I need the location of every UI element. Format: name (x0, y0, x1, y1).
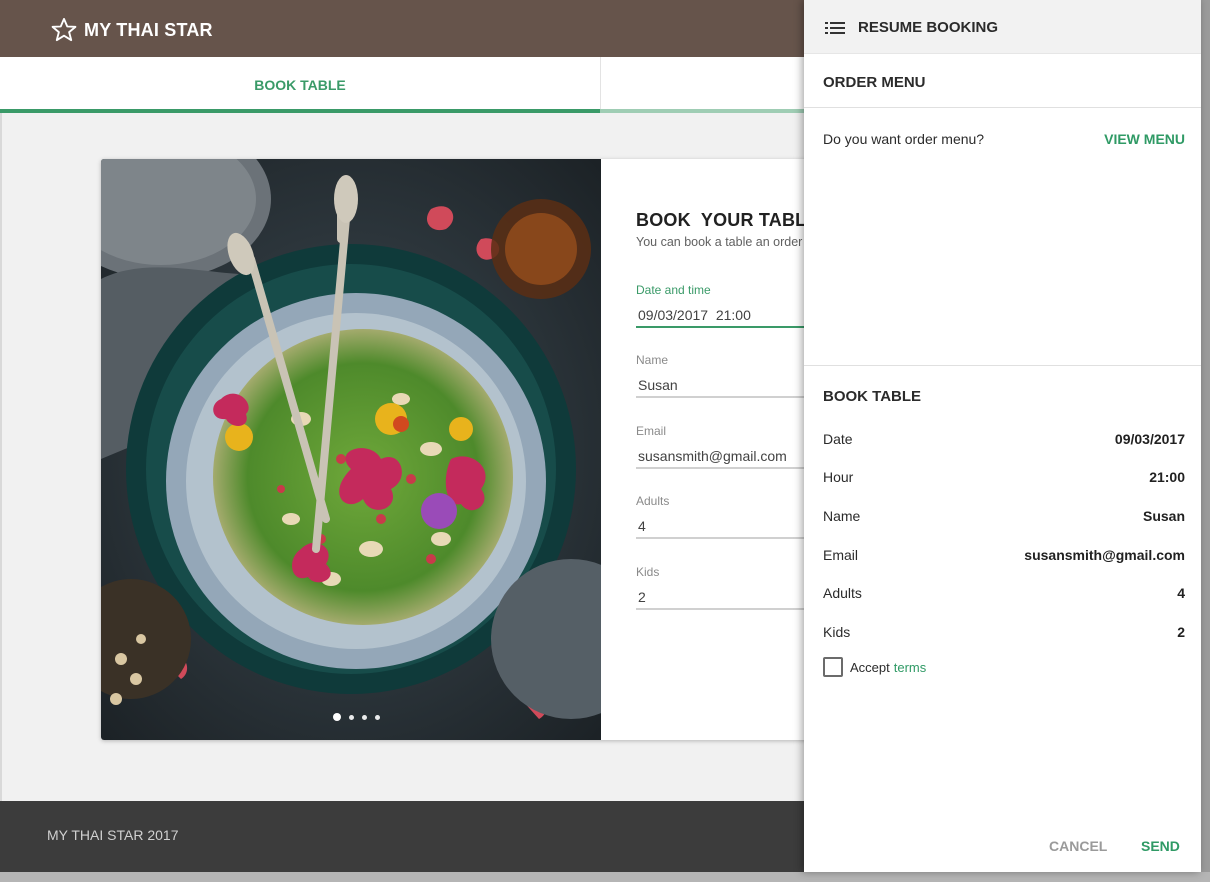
book-table-title: BOOK TABLE (823, 388, 922, 405)
row-key: Date (823, 431, 853, 447)
row-value: 2 (1177, 624, 1185, 640)
row-key: Name (823, 508, 861, 524)
food-photo (101, 159, 601, 740)
row-value: 09/03/2017 (1114, 431, 1185, 447)
star-outline-icon (51, 17, 77, 42)
order-menu-title: ORDER MENU (823, 74, 926, 91)
summary-row-email: Email susansmith@gmail.com (823, 547, 1185, 567)
field-value: Susan (638, 377, 678, 393)
terms-link[interactable]: terms (894, 660, 927, 675)
row-value: 21:00 (1149, 469, 1185, 485)
field-value: 2 (638, 589, 646, 605)
form-subtitle: You can book a table an order (636, 235, 803, 249)
scrollbar-track[interactable] (1201, 0, 1210, 872)
footer-text: MY THAI STAR 2017 (47, 827, 179, 843)
list-icon (825, 22, 845, 34)
row-key: Email (823, 547, 859, 563)
summary-row-date: Date 09/03/2017 (823, 431, 1185, 451)
row-key: Kids (823, 624, 851, 640)
content-border (0, 113, 2, 801)
field-value: 09/03/2017 21:00 (638, 307, 751, 323)
carousel-dot[interactable] (333, 713, 341, 721)
brand[interactable]: MY THAI STAR (50, 16, 213, 44)
summary-row-adults: Adults 4 (823, 585, 1185, 605)
resume-booking-panel: RESUME BOOKING ORDER MENU Do you want or… (804, 0, 1201, 872)
row-value: susansmith@gmail.com (1024, 547, 1185, 563)
send-button[interactable]: SEND (1141, 838, 1180, 854)
summary-row-kids: Kids 2 (823, 624, 1185, 644)
bottom-edge (0, 872, 1210, 882)
field-value: 4 (638, 518, 646, 534)
field-label: Date and time (636, 283, 711, 297)
field-label: Email (636, 424, 667, 438)
divider (804, 365, 1201, 366)
panel-header: RESUME BOOKING (804, 0, 1201, 54)
view-menu-button[interactable]: VIEW MENU (1104, 131, 1185, 147)
field-label: Adults (636, 494, 670, 508)
carousel-dot[interactable] (375, 714, 380, 720)
panel-title: RESUME BOOKING (858, 19, 999, 36)
field-value: susansmith@gmail.com (638, 448, 787, 464)
carousel-indicators (333, 713, 380, 721)
accept-terms: Accept terms (823, 657, 926, 677)
carousel-dot[interactable] (349, 714, 354, 720)
row-value: Susan (1142, 508, 1185, 524)
active-tab-indicator (0, 109, 600, 113)
accept-terms-checkbox[interactable] (823, 657, 843, 677)
order-menu-question: Do you want order menu? (823, 131, 985, 147)
row-value: 4 (1177, 585, 1185, 601)
summary-row-hour: Hour 21:00 (823, 469, 1185, 489)
field-label: Kids (636, 565, 660, 579)
field-label: Name (636, 353, 669, 367)
row-key: Adults (823, 585, 862, 601)
accept-label: Accept (850, 659, 890, 675)
divider (804, 107, 1201, 108)
form-title: BOOK YOUR TABLE (636, 210, 819, 230)
row-key: Hour (823, 469, 854, 485)
carousel-dot[interactable] (362, 714, 367, 720)
brand-name: MY THAI STAR (84, 19, 213, 40)
summary-row-name: Name Susan (823, 508, 1185, 528)
cancel-button[interactable]: CANCEL (1049, 838, 1107, 854)
tab-book-table[interactable]: BOOK TABLE (0, 57, 600, 113)
